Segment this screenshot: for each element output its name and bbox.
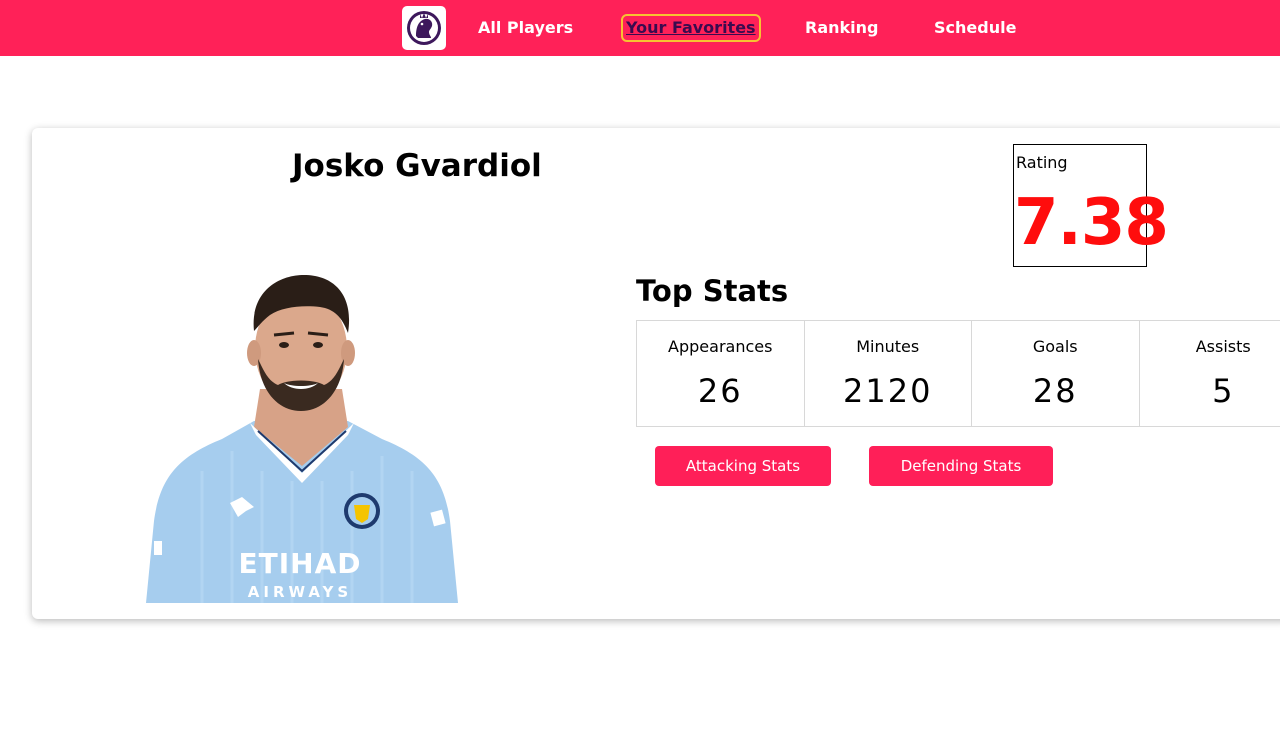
stats-grid: Appearances 26 Minutes 2120 Goals 28 Ass… xyxy=(636,320,1280,427)
premier-league-lion-icon xyxy=(407,11,441,45)
stat-label: Minutes xyxy=(856,337,920,356)
player-photo: ETIHAD AIRWAYS xyxy=(146,275,458,603)
stat-assists: Assists 5 xyxy=(1140,321,1280,426)
stat-value: 2120 xyxy=(843,372,933,410)
rating-value: 7.38 xyxy=(1014,186,1169,260)
stat-value: 28 xyxy=(1032,372,1078,410)
stat-appearances: Appearances 26 xyxy=(637,321,805,426)
stat-label: Appearances xyxy=(668,337,773,356)
premier-league-logo[interactable] xyxy=(402,6,446,50)
stat-label: Goals xyxy=(1032,337,1078,356)
shirt-sponsor-sub: AIRWAYS xyxy=(248,583,352,601)
defending-stats-button[interactable]: Defending Stats xyxy=(869,446,1053,486)
nav-your-favorites[interactable]: Your Favorites xyxy=(621,14,761,42)
nav-ranking[interactable]: Ranking xyxy=(805,17,878,39)
nav-schedule[interactable]: Schedule xyxy=(934,17,1016,39)
top-navbar: All Players Your Favorites Ranking Sched… xyxy=(0,0,1280,56)
stat-label: Assists xyxy=(1195,337,1251,356)
attacking-stats-button[interactable]: Attacking Stats xyxy=(655,446,831,486)
stat-value: 5 xyxy=(1212,372,1235,410)
rating-label: Rating xyxy=(1016,153,1068,172)
shirt-sponsor: ETIHAD xyxy=(239,547,362,580)
stat-value: 26 xyxy=(697,372,743,410)
nav-all-players[interactable]: All Players xyxy=(478,17,573,39)
rating-box: Rating 7.38 xyxy=(1013,144,1169,267)
stat-goals: Goals 28 xyxy=(972,321,1140,426)
player-name: Josko Gvardiol xyxy=(292,148,542,184)
top-stats-title: Top Stats xyxy=(636,274,789,308)
stat-minutes: Minutes 2120 xyxy=(805,321,972,426)
player-card: Josko Gvardiol ETIHAD AIRWAYS Rating 7.3… xyxy=(32,128,1280,619)
